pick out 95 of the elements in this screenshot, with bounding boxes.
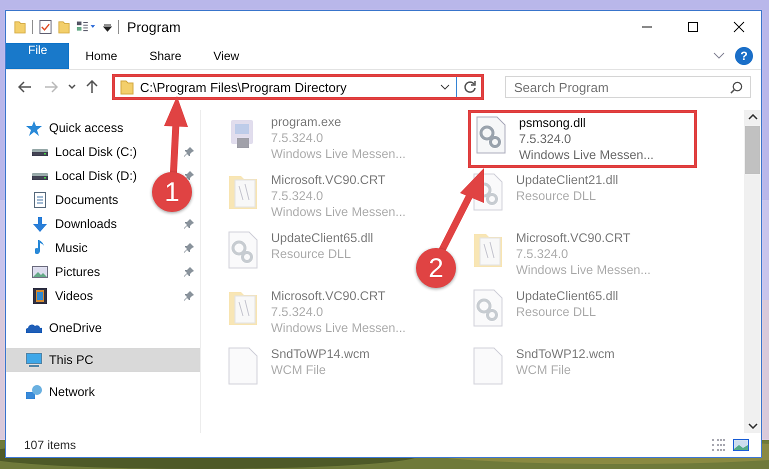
gear-document-icon [227, 230, 259, 270]
file-detail: WCM File [271, 362, 327, 378]
scroll-thumb[interactable] [745, 126, 760, 174]
file-name: Microsoft.VC90.CRT [516, 230, 632, 246]
close-icon[interactable] [733, 21, 745, 33]
item-count: 107 items [24, 438, 76, 452]
star-icon [26, 120, 42, 136]
file-tile[interactable]: UpdateClient65.dll Resource DLL [468, 284, 622, 328]
file-detail: Windows Live Messen... [519, 147, 654, 163]
sidebar-item[interactable]: Local Disk (D:) [6, 164, 141, 188]
folder-icon [120, 79, 134, 95]
gear-document-icon [472, 288, 504, 328]
search-field[interactable]: Search Program [505, 76, 751, 98]
search-icon[interactable] [730, 81, 743, 94]
address-bar[interactable]: C:\Program Files\Program Directory [112, 74, 484, 100]
blank-document-icon [472, 346, 504, 386]
drive-icon [32, 172, 48, 180]
thumbnail-view-icon[interactable] [733, 438, 749, 452]
pin-icon[interactable] [184, 219, 194, 229]
scrollbar[interactable] [744, 110, 761, 433]
network-icon [26, 385, 42, 399]
file-name: SndToWP12.wcm [516, 346, 615, 362]
ribbon-tab[interactable]: Home [69, 43, 134, 69]
file-detail: 7.5.324.0 [271, 304, 324, 320]
file-detail: Windows Live Messen... [271, 320, 406, 336]
file-tile[interactable]: SndToWP12.wcm WCM File [468, 342, 619, 386]
file-tile[interactable]: Microsoft.VC90.CRT 7.5.324.0 Windows Live Messen... [223, 168, 410, 220]
file-detail: Resource DLL [271, 246, 352, 262]
file-tile[interactable]: program.exe 7.5.324.0 Windows Live Messen... [223, 110, 410, 162]
back-arrow-icon[interactable] [18, 81, 32, 93]
file-name: Microsoft.VC90.CRT [271, 288, 386, 304]
blank-document-icon [227, 346, 259, 386]
file-detail: Resource DLL [516, 304, 597, 320]
checklist-icon [39, 19, 52, 35]
file-name: program.exe [271, 114, 342, 130]
file-name: SndToWP14.wcm [271, 346, 370, 362]
folder-icon [58, 19, 70, 35]
details-view-icon[interactable] [711, 438, 727, 452]
sidebar-item[interactable]: Documents [6, 188, 122, 212]
ribbon-tab[interactable]: View [197, 43, 256, 69]
file-detail: Resource DLL [516, 188, 597, 204]
file-name: UpdateClient65.dll [516, 288, 618, 304]
file-name: psmsong.dll [519, 115, 587, 131]
pin-icon[interactable] [184, 267, 194, 277]
chevron-down-icon[interactable] [440, 84, 450, 90]
file-detail: 7.5.324.0 [271, 130, 324, 146]
pin-icon[interactable] [184, 171, 194, 181]
up-arrow-icon[interactable] [86, 80, 98, 94]
file-detail: Windows Live Messen... [516, 262, 651, 278]
window-title: Program [127, 19, 181, 35]
monitor-icon [26, 353, 42, 367]
refresh-icon[interactable] [463, 80, 477, 94]
help-button[interactable]: ? [735, 47, 753, 65]
file-detail: 7.5.324.0 [519, 131, 572, 147]
ribbon-tab[interactable]: Share [133, 43, 198, 69]
cloud-icon [26, 324, 42, 332]
sidebar-item[interactable]: Network [6, 380, 99, 404]
file-detail: 7.5.324.0 [516, 246, 570, 262]
picture-icon [32, 266, 48, 278]
file-tile[interactable]: SndToWP14.wcm WCM File [223, 342, 374, 386]
sidebar-item[interactable]: Downloads [6, 212, 121, 236]
pin-icon[interactable] [184, 291, 194, 301]
sidebar-item[interactable]: Local Disk (C:) [6, 140, 141, 164]
file-detail: 7.5.324.0 [271, 188, 324, 204]
scroll-down-icon[interactable] [748, 423, 758, 429]
sidebar-item[interactable]: Pictures [6, 260, 104, 284]
file-detail: Windows Live Messen... [271, 204, 406, 220]
film-icon [33, 288, 47, 304]
address-path: C:\Program Files\Program Directory [140, 80, 348, 94]
file-tile[interactable]: Microsoft.VC90.CRT 7.5.324.0 Windows Live Messen... [468, 226, 655, 278]
file-tile[interactable]: UpdateClient65.dll Resource DLL [223, 226, 378, 270]
file-tile[interactable]: Microsoft.VC90.CRT 7.5.324.0 Windows Live Messen... [223, 284, 410, 336]
file-name: UpdateClient65.dll [271, 230, 374, 246]
file-name: UpdateClient21.dll [516, 172, 618, 188]
sidebar-item[interactable]: This PC [6, 348, 200, 372]
file-menu-tab[interactable]: File [6, 43, 70, 69]
chevron-down-icon[interactable] [68, 84, 76, 90]
sidebar-item[interactable]: Quick access [6, 116, 128, 140]
sidebar-item[interactable]: Music [6, 236, 92, 260]
file-name: Microsoft.VC90.CRT [271, 172, 386, 188]
scroll-up-icon[interactable] [748, 114, 758, 120]
pin-icon[interactable] [184, 147, 194, 157]
folder-icon [14, 19, 26, 35]
music-note-icon [35, 240, 45, 256]
file-tile[interactable]: psmsong.dll 7.5.324.0 Windows Live Messen... [468, 110, 697, 168]
sidebar-item[interactable]: Videos [6, 284, 97, 308]
gear-document-icon [475, 115, 507, 155]
file-detail: Windows Live Messen... [271, 146, 406, 162]
file-detail: WCM File [516, 362, 572, 378]
drive-icon [32, 148, 48, 156]
document-icon [34, 192, 46, 208]
download-arrow-icon [33, 216, 47, 232]
pin-icon[interactable] [184, 243, 194, 253]
sidebar-item[interactable]: OneDrive [6, 316, 106, 340]
maximize-icon[interactable] [687, 21, 699, 33]
